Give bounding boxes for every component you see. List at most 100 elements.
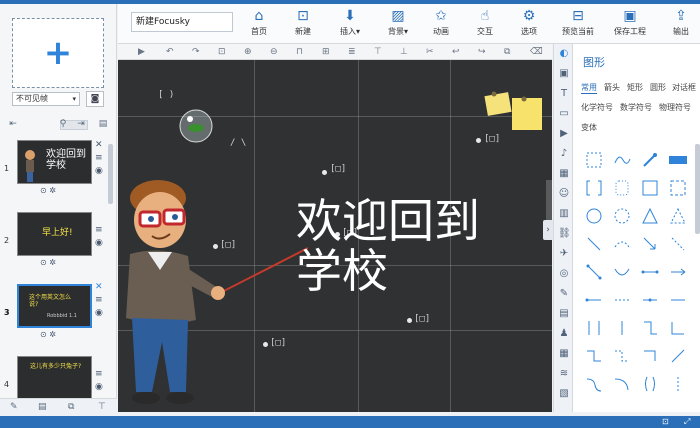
camera-button[interactable]: ◙ — [86, 91, 104, 107]
slide-thumbnail[interactable]: 早上好! — [17, 212, 92, 256]
h-arrow-shape[interactable] — [667, 261, 689, 283]
v-dotted-shape[interactable] — [667, 373, 689, 395]
elbow-line-shape[interactable] — [639, 317, 661, 339]
align-left-icon[interactable]: ⇤ — [6, 118, 20, 131]
circle-shape[interactable] — [583, 205, 605, 227]
dashed-diagonal-shape[interactable] — [667, 233, 689, 255]
slide-thumbnail[interactable]: 这个用英文怎么说? Robbbid 1.1 — [17, 284, 92, 328]
eye-icon[interactable]: ◉ — [95, 238, 103, 248]
menu-icon[interactable]: ≡ — [95, 153, 103, 163]
document-icon[interactable]: ▤ — [38, 402, 47, 412]
animation-button[interactable]: ✩ 动画 — [424, 6, 458, 42]
compass-category-icon[interactable]: ◎ — [558, 268, 570, 279]
close-icon[interactable]: ✕ — [95, 140, 103, 150]
preview-current-button[interactable]: ⊟ 预览当前 — [556, 6, 600, 42]
step-dotted-shape[interactable] — [611, 345, 633, 367]
elbow-arrow-shape[interactable] — [639, 345, 661, 367]
note-category-icon[interactable]: ▭ — [558, 108, 570, 119]
step-line-shape[interactable] — [583, 345, 605, 367]
image-category-icon[interactable]: ▣ — [558, 68, 570, 79]
tab-math[interactable]: 数学符号 — [620, 102, 652, 113]
brace-shape[interactable] — [639, 373, 661, 395]
curve-arrow-shape[interactable] — [611, 373, 633, 395]
tab-common[interactable]: 常用 — [581, 82, 597, 94]
undo-icon[interactable]: ↩ — [452, 45, 460, 59]
wave-line-shape[interactable] — [611, 149, 633, 171]
project-title-input[interactable]: 新建Focusky — [131, 12, 233, 32]
h-line-shape[interactable] — [667, 289, 689, 311]
slide-list-scrollbar[interactable] — [108, 144, 113, 204]
duplicate-icon[interactable]: ⧉ — [68, 402, 74, 412]
h-line-dots-shape[interactable] — [639, 261, 661, 283]
table-category-icon[interactable]: ▦ — [558, 348, 570, 359]
tab-variants[interactable]: 变体 — [581, 122, 597, 133]
pin-icon[interactable]: ⊤ — [98, 402, 106, 412]
options-button[interactable]: ⚙ 选项 — [512, 6, 546, 42]
shirt-category-icon[interactable]: ♟ — [558, 328, 570, 339]
close-icon[interactable]: ✕ — [95, 282, 103, 292]
h-dotted-line-shape[interactable] — [611, 289, 633, 311]
dashed-square-shape[interactable] — [583, 149, 605, 171]
template-category-icon[interactable]: ▧ — [558, 388, 570, 399]
frame-settings-icon[interactable]: ▤ — [96, 118, 110, 131]
zoom-out-icon[interactable]: ⊖ — [270, 45, 278, 59]
background-button[interactable]: ▨ 背景▾ — [378, 6, 418, 42]
plane-category-icon[interactable]: ✈ — [558, 248, 570, 259]
tab-arrows[interactable]: 箭头 — [604, 82, 620, 93]
triangle-shape[interactable] — [639, 205, 661, 227]
gear-icon[interactable]: ✲ — [49, 330, 56, 339]
add-frame-button[interactable]: + — [12, 18, 104, 88]
cut-icon[interactable]: ✂ — [426, 45, 434, 59]
gallery-category-icon[interactable]: ▤ — [558, 308, 570, 319]
video-category-icon[interactable]: ▶ — [558, 128, 570, 139]
gear-icon[interactable]: ✲ — [49, 186, 56, 195]
menu-icon[interactable]: ≡ — [95, 369, 103, 379]
eye-icon[interactable]: ◉ — [95, 166, 103, 176]
save-project-button[interactable]: ▣ 保存工程 — [608, 6, 652, 42]
shape-category-icon[interactable]: ◐ — [558, 48, 570, 59]
tab-dialogs[interactable]: 对话框 — [672, 82, 696, 93]
bracket-shape[interactable] — [583, 177, 605, 199]
arrow-line-shape[interactable] — [639, 233, 661, 255]
h-double-dot-shape[interactable] — [639, 289, 661, 311]
fit-icon[interactable]: ⊡ — [218, 45, 226, 59]
lock-icon[interactable]: ⊓ — [296, 45, 303, 59]
shapes-panel-scrollbar[interactable] — [695, 144, 700, 234]
layer-icon[interactable]: ≣ — [348, 45, 356, 59]
edit-icon[interactable]: ✎ — [10, 402, 18, 412]
align-icon[interactable]: ⊤ — [374, 45, 382, 59]
gear-icon[interactable]: ✲ — [49, 258, 56, 267]
curve-down-shape[interactable] — [583, 373, 605, 395]
slide-thumbnail[interactable]: 欢迎回到 学校 — [17, 140, 92, 184]
rotate-left-icon[interactable]: ↶ — [166, 45, 174, 59]
double-arrow-shape[interactable] — [583, 261, 605, 283]
text-category-icon[interactable]: T — [558, 88, 570, 99]
link-category-icon[interactable]: ⛓ — [558, 228, 571, 239]
delete-icon[interactable]: ⌫ — [530, 45, 543, 59]
distribute-icon[interactable]: ⊥ — [400, 45, 408, 59]
tab-chemistry[interactable]: 化学符号 — [581, 102, 613, 113]
corner-shape[interactable] — [667, 317, 689, 339]
diagonal-line-shape[interactable] — [583, 233, 605, 255]
eye-icon[interactable]: ◉ — [95, 308, 103, 318]
new-frame-button[interactable]: ⊡ 新建 — [286, 6, 320, 42]
redo-icon[interactable]: ↪ — [478, 45, 486, 59]
tab-rectangles[interactable]: 矩形 — [627, 82, 643, 93]
presentation-canvas[interactable]: [ ) / \ [□] [□] [□] [□] [□] [□] 欢迎回到 学校 — [118, 60, 552, 412]
status-expand-icon[interactable]: ⤢ — [684, 416, 690, 428]
play-icon[interactable]: ▶ — [138, 45, 145, 59]
play-icon[interactable]: ⊙ — [40, 258, 47, 267]
group-icon[interactable]: ⊞ — [322, 45, 330, 59]
canvas-main-title[interactable]: 欢迎回到 学校 — [296, 196, 480, 296]
v-bracket-shape[interactable] — [583, 317, 605, 339]
dashed-circle-shape[interactable] — [611, 205, 633, 227]
home-button[interactable]: ⌂ 首页 — [242, 6, 276, 42]
square-shape[interactable] — [639, 177, 661, 199]
slide-item-selected[interactable]: 3 这个用英文怎么说? Robbbid 1.1 ✕ ≡ ◉ ⊙ ✲ — [0, 280, 117, 351]
dashed-rect-shape[interactable] — [667, 177, 689, 199]
angle-shape[interactable] — [667, 345, 689, 367]
tab-circles[interactable]: 圆形 — [650, 82, 666, 93]
layers-category-icon[interactable]: ≋ — [558, 368, 570, 379]
draw-category-icon[interactable]: ✎ — [558, 288, 570, 299]
curved-arrow-shape[interactable] — [611, 261, 633, 283]
